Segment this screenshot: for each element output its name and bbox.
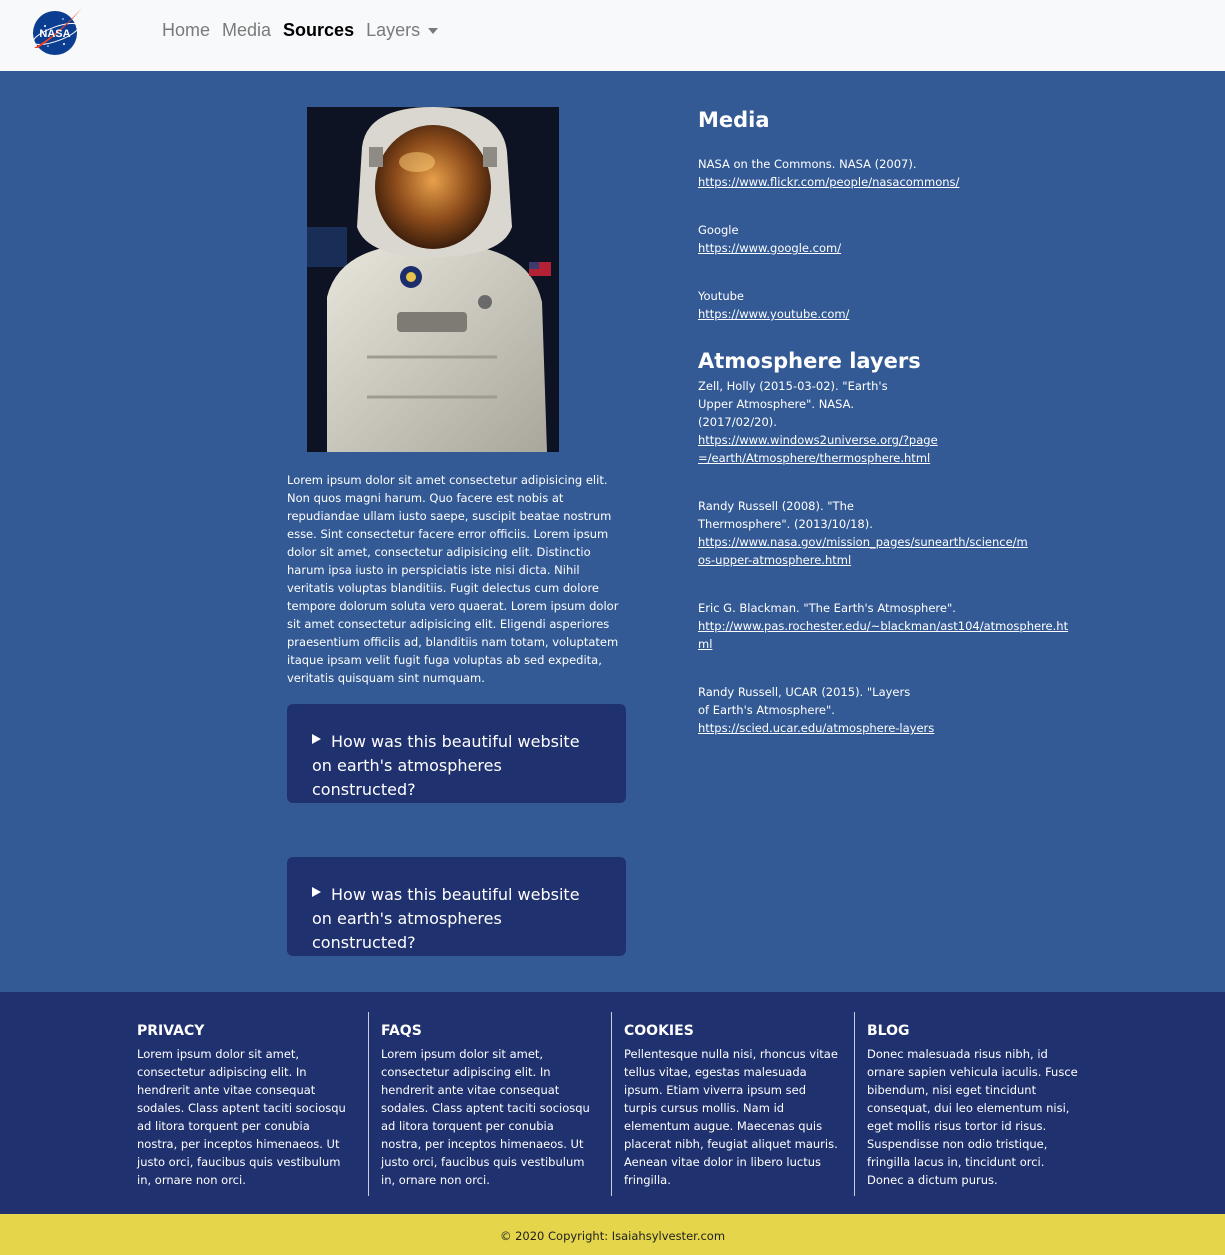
footer-column-title: BLOG (867, 1023, 910, 1039)
nav-home-link[interactable]: Home (162, 20, 210, 41)
faq-question: How was this beautiful website on earth'… (312, 885, 580, 952)
footer-column-title: PRIVACY (137, 1023, 205, 1039)
footer-column-title: COOKIES (624, 1023, 694, 1039)
source-entry: Randy Russell (2008). "The Thermosphere"… (698, 497, 938, 533)
atmosphere-heading: Atmosphere layers (698, 349, 921, 373)
nav-layers-label: Layers (366, 20, 421, 40)
footer-column-title: FAQS (381, 1023, 422, 1039)
footer-column-faqs: FAQS Lorem ipsum dolor sit amet, consect… (368, 1012, 611, 1196)
astronaut-image (307, 107, 559, 452)
source-entry: Eric G. Blackman. "The Earth's Atmospher… (698, 599, 1078, 653)
footer-column-cookies: COOKIES Pellentesque nulla nisi, rhoncus… (611, 1012, 854, 1196)
source-entry: Google https://www.google.com/ (698, 221, 1078, 257)
footer-column-text: Donec malesuada risus nibh, id ornare sa… (867, 1047, 1078, 1187)
source-link[interactable]: https://www.youtube.com/ (698, 305, 1078, 323)
sources-column: Media NASA on the Commons. NASA (2007). … (698, 105, 1078, 737)
logo-text: NASA (39, 28, 70, 40)
source-link[interactable]: http://www.pas.rochester.edu/~blackman/a… (698, 617, 1078, 653)
source-entry: NASA on the Commons. NASA (2007). https:… (698, 155, 1078, 191)
footer-column-privacy: PRIVACY Lorem ipsum dolor sit amet, cons… (125, 1012, 368, 1196)
source-citation: Zell, Holly (2015-03-02). "Earth's Upper… (698, 379, 888, 429)
copyright-text: © 2020 Copyright: Isaiahsylvester.com (499, 1229, 726, 1243)
source-link[interactable]: https://www.google.com/ (698, 239, 1078, 257)
source-entry: Randy Russell, UCAR (2015). "Layers of E… (698, 683, 913, 719)
source-citation: Google (698, 223, 739, 237)
source-entry-link-wrap: https://scied.ucar.edu/atmosphere-layers (698, 719, 1078, 737)
disclosure-triangle-icon (312, 887, 321, 897)
source-entry-link-wrap: https://www.nasa.gov/mission_pages/sunea… (698, 533, 1028, 569)
source-link[interactable]: https://www.windows2universe.org/?page=/… (698, 431, 948, 467)
source-link[interactable]: https://www.nasa.gov/mission_pages/sunea… (698, 533, 1028, 569)
faq-question: How was this beautiful website on earth'… (312, 732, 580, 799)
navbar: NASA Home Media Sources Layers (0, 0, 1225, 71)
source-link[interactable]: https://scied.ucar.edu/atmosphere-layers (698, 719, 1078, 737)
footer-column-text: Lorem ipsum dolor sit amet, consectetur … (137, 1047, 346, 1187)
source-citation: Randy Russell, UCAR (2015). "Layers of E… (698, 685, 911, 717)
source-citation: NASA on the Commons. NASA (2007). (698, 157, 917, 171)
footer-column-text: Lorem ipsum dolor sit amet, consectetur … (381, 1047, 590, 1187)
source-entry-link-wrap: https://www.windows2universe.org/?page=/… (698, 431, 948, 467)
source-entry: Zell, Holly (2015-03-02). "Earth's Upper… (698, 377, 918, 431)
source-citation: Youtube (698, 289, 744, 303)
footer-column-blog: BLOG Donec malesuada risus nibh, id orna… (854, 1012, 1097, 1196)
footer: PRIVACY Lorem ipsum dolor sit amet, cons… (0, 992, 1225, 1214)
footer-column-text: Pellentesque nulla nisi, rhoncus vitae t… (624, 1047, 838, 1187)
faq-item[interactable]: How was this beautiful website on earth'… (287, 857, 626, 956)
copyright-bar: © 2020 Copyright: Isaiahsylvester.com (0, 1214, 1225, 1255)
source-citation: Eric G. Blackman. "The Earth's Atmospher… (698, 601, 956, 615)
nav-links: Home Media Sources Layers (162, 20, 450, 41)
media-heading: Media (698, 108, 770, 132)
nasa-logo[interactable]: NASA (28, 4, 84, 60)
nav-sources-link[interactable]: Sources (283, 20, 354, 41)
source-citation: Randy Russell (2008). "The Thermosphere"… (698, 499, 873, 531)
source-link[interactable]: https://www.flickr.com/people/nasacommon… (698, 173, 1078, 191)
intro-paragraph: Lorem ipsum dolor sit amet consectetur a… (287, 473, 619, 685)
nav-layers-dropdown[interactable]: Layers (366, 20, 439, 41)
nav-media-link[interactable]: Media (222, 20, 271, 41)
faq-item[interactable]: How was this beautiful website on earth'… (287, 704, 626, 803)
source-entry: Youtube https://www.youtube.com/ (698, 287, 1078, 323)
chevron-down-icon (428, 28, 439, 35)
disclosure-triangle-icon (312, 734, 321, 744)
